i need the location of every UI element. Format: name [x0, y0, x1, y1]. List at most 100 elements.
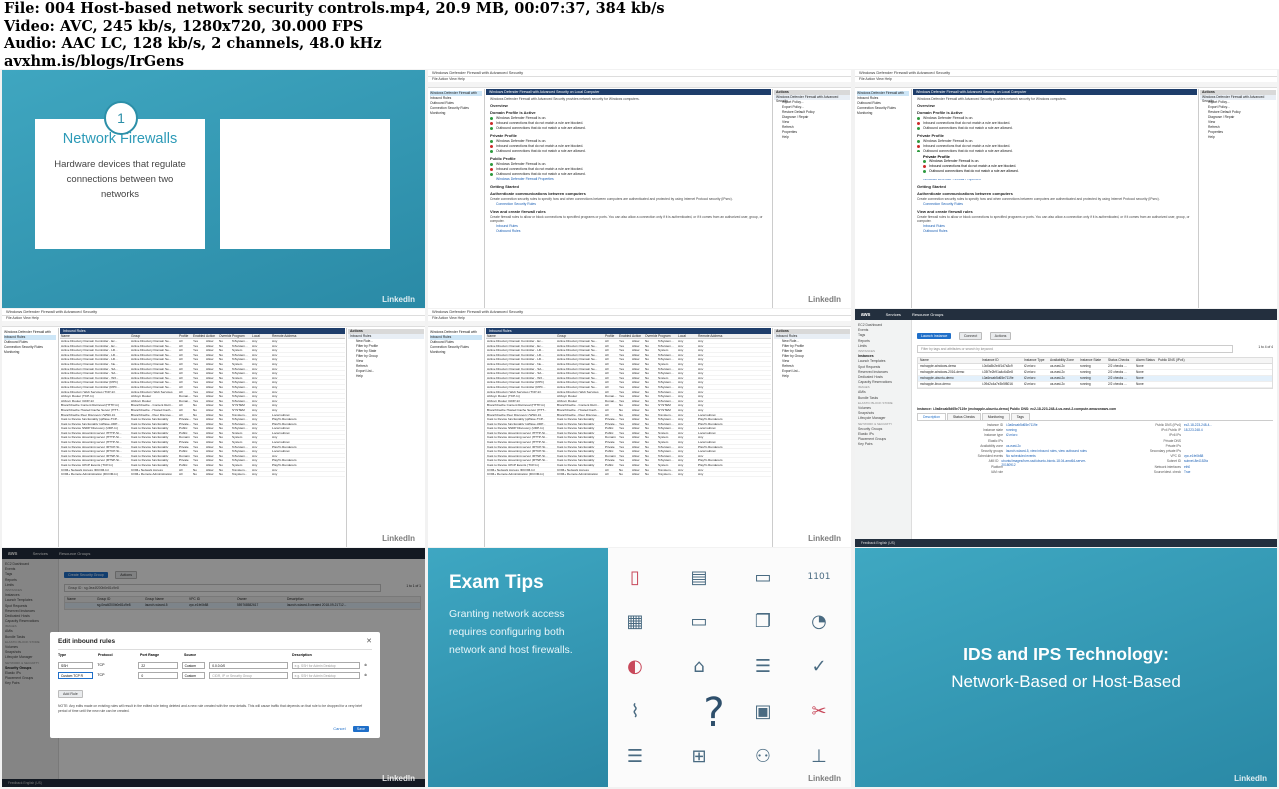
column-header[interactable]: Remote Address	[697, 334, 729, 338]
column-header[interactable]: Program	[231, 334, 251, 338]
rule-source-select[interactable]: Custom	[181, 661, 206, 669]
outbound-rules-link[interactable]: Outbound Rules	[917, 229, 1193, 234]
rule-cell: Active Directory Domain Se...	[131, 380, 172, 384]
tree-item-monitoring[interactable]: Monitoring	[430, 111, 482, 116]
column-header[interactable]: Enabled	[618, 334, 631, 338]
instance-row[interactable]: mchapple-linux-demo i-09d2c4a7e3b5f8016 t2…	[918, 382, 1272, 388]
column-header[interactable]: Action	[631, 334, 644, 338]
column-header[interactable]: Name	[486, 334, 556, 338]
rule-cell: No	[645, 403, 649, 407]
cancel-button[interactable]: Cancel	[333, 726, 345, 731]
tab-status-checks[interactable]: Status Checks	[946, 413, 981, 420]
column-header[interactable]: Public DNS (IPv4)	[1156, 358, 1196, 363]
rule-row[interactable]: COM+ Remote Administration (DCOM-In) COM+…	[60, 472, 345, 477]
rule-cell: Cast to Device functionality	[131, 435, 169, 440]
column-header[interactable]: Instance ID	[980, 358, 1022, 363]
instance-cell: running	[1080, 364, 1091, 368]
rule-cell: AllJoyn Router	[557, 394, 578, 398]
close-icon[interactable]: ✕	[366, 637, 372, 645]
rule-cell: Yes	[619, 417, 625, 421]
rule-cell: Any	[678, 403, 684, 407]
rule-source-input[interactable]: CIDR, IP or Security Group	[209, 671, 288, 679]
rule-cell: No	[219, 352, 223, 357]
tab-tags[interactable]: Tags	[1010, 413, 1030, 420]
column-header[interactable]: Override	[644, 334, 657, 338]
column-header[interactable]: Local Address	[251, 334, 271, 338]
rule-port-range[interactable]: 22	[138, 661, 178, 669]
rule-description-input[interactable]: e.g. SSH for Admin Desktop	[291, 671, 361, 679]
rule-cell: Any	[698, 435, 704, 440]
column-header[interactable]: Instance State	[1078, 358, 1106, 363]
tab-description[interactable]: Description	[917, 413, 946, 420]
column-header[interactable]: Status Checks	[1106, 358, 1134, 363]
rule-cell: All	[605, 472, 609, 476]
action-help[interactable]: Help	[774, 374, 850, 379]
outbound-rules-link[interactable]: Outbound Rules	[490, 229, 767, 234]
rules-window: Windows Defender Firewall with Advanced …	[428, 309, 851, 547]
remove-rule-icon[interactable]: ⊗	[364, 673, 372, 677]
action-help[interactable]: Help	[348, 374, 424, 379]
column-header[interactable]: Local Address	[677, 334, 697, 338]
column-header[interactable]: Instance Type	[1022, 358, 1048, 363]
tree-item-monitoring[interactable]: Monitoring	[430, 350, 482, 355]
column-header[interactable]: Remote Address	[271, 334, 303, 338]
rule-cell: All	[179, 403, 183, 407]
column-header[interactable]: Name	[918, 358, 980, 363]
connection-security-link[interactable]: Connection Security Rules	[490, 202, 767, 207]
save-button[interactable]: Save	[352, 726, 369, 732]
rule-cell: All	[605, 371, 609, 375]
rule-cell: No	[645, 384, 649, 389]
services-menu[interactable]: Services	[886, 312, 901, 317]
column-header[interactable]: Profile	[604, 334, 618, 338]
rule-type-select[interactable]: Custom TCP R	[58, 671, 94, 679]
rule-row[interactable]: COM+ Remote Administration (DCOM-In) COM+…	[486, 472, 771, 477]
rule-cell: Allow	[206, 398, 214, 403]
rule-cell: %system...	[232, 412, 248, 417]
column-header[interactable]: Alarm Status	[1134, 358, 1156, 363]
tree-item-monitoring[interactable]: Monitoring	[4, 350, 56, 355]
column-header[interactable]: Override	[218, 334, 231, 338]
resource-groups-menu[interactable]: Resource Groups	[912, 312, 943, 317]
column-header[interactable]: Program	[657, 334, 677, 338]
tree-item-monitoring[interactable]: Monitoring	[857, 111, 909, 116]
rule-cell: Allow	[632, 352, 640, 357]
column-header[interactable]: Name	[60, 334, 130, 338]
connect-button[interactable]: Connect	[958, 332, 983, 340]
hardware-box-icon: ▣	[754, 700, 772, 722]
rule-type-select[interactable]: SSH	[58, 661, 94, 669]
rule-port-range[interactable]: 0	[138, 671, 178, 679]
action-help[interactable]: Help	[1200, 135, 1276, 140]
rule-cell: All	[605, 375, 609, 380]
actions-button[interactable]: Actions	[989, 332, 1012, 340]
rule-cell: Allow	[206, 426, 214, 430]
launch-instance-button[interactable]: Launch Instance	[917, 333, 952, 339]
rule-cell: Active Directory Domain Controller - SA.…	[487, 366, 544, 371]
rule-cell: All	[179, 384, 183, 389]
rule-source-select[interactable]: Custom	[181, 671, 206, 679]
add-rule-button[interactable]: Add Rule	[58, 690, 83, 698]
rule-description-input[interactable]: e.g. SSH for Admin Desktop	[291, 661, 361, 669]
rule-cell: %System...	[232, 394, 248, 398]
instance-filter-input[interactable]: Filter by tags and attributes or search …	[917, 345, 1233, 353]
rule-cell: No	[645, 421, 649, 426]
column-header[interactable]: Group	[130, 334, 178, 338]
sidebar-item[interactable]: Key Pairs	[858, 442, 908, 447]
rule-cell: Yes	[619, 453, 625, 458]
rule-cell: Any	[252, 380, 258, 384]
column-header[interactable]: Profile	[178, 334, 192, 338]
properties-link[interactable]: Windows Defender Firewall Properties	[490, 177, 767, 182]
column-header[interactable]: Action	[205, 334, 218, 338]
column-header[interactable]: Enabled	[192, 334, 205, 338]
remove-rule-icon[interactable]: ⊗	[364, 663, 372, 667]
column-header[interactable]: Availability Zone	[1048, 358, 1078, 363]
column-header[interactable]: Group	[556, 334, 604, 338]
rule-source-input[interactable]: 0.0.0.0/0	[209, 661, 288, 669]
overview-pane: Windows Defender Firewall with Advanced …	[913, 89, 1197, 308]
action-help[interactable]: Help	[774, 135, 850, 140]
rule-cell: Any	[272, 398, 278, 403]
rule-cell: No	[219, 375, 223, 380]
tab-monitoring[interactable]: Monitoring	[981, 413, 1010, 420]
edit-inbound-rules-modal: Edit inbound rules ✕ Type Protocol Port …	[50, 632, 380, 738]
rule-cell: Any	[272, 366, 278, 371]
connection-security-link[interactable]: Connection Security Rules	[917, 202, 1193, 207]
